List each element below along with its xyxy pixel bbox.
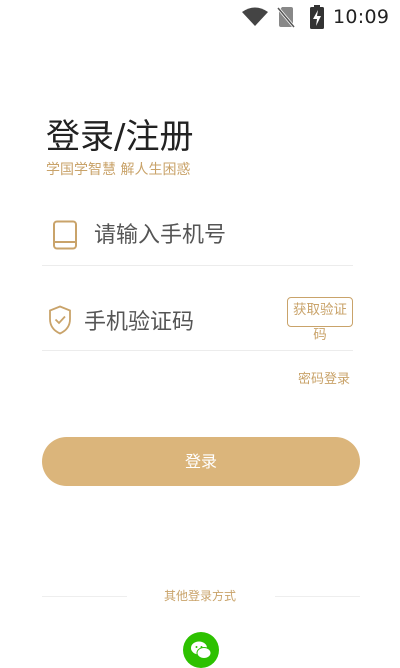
phone-field-row [42,205,353,266]
page-title: 登录/注册 [46,116,194,157]
password-login-link[interactable]: 密码登录 [298,368,350,387]
phone-input[interactable] [94,217,344,253]
wifi-icon [242,7,268,26]
battery-charging-icon [310,5,324,29]
status-bar: 10:09 [0,0,400,34]
login-button[interactable]: 登录 [42,437,360,486]
wechat-icon [191,641,212,659]
code-field-row: 获取验证码 [42,290,353,351]
slogan: 学国学智慧 解人生困惑 [46,162,191,178]
get-code-button[interactable]: 获取验证码 [287,297,353,343]
wechat-login-button[interactable] [183,632,219,668]
phone-icon [53,220,77,250]
no-sim-icon [277,7,295,28]
get-code-label: 获取验证码 [293,302,347,343]
divider-right [275,596,360,597]
shield-check-icon [49,305,71,335]
status-time: 10:09 [333,6,390,28]
code-input[interactable] [84,304,274,340]
